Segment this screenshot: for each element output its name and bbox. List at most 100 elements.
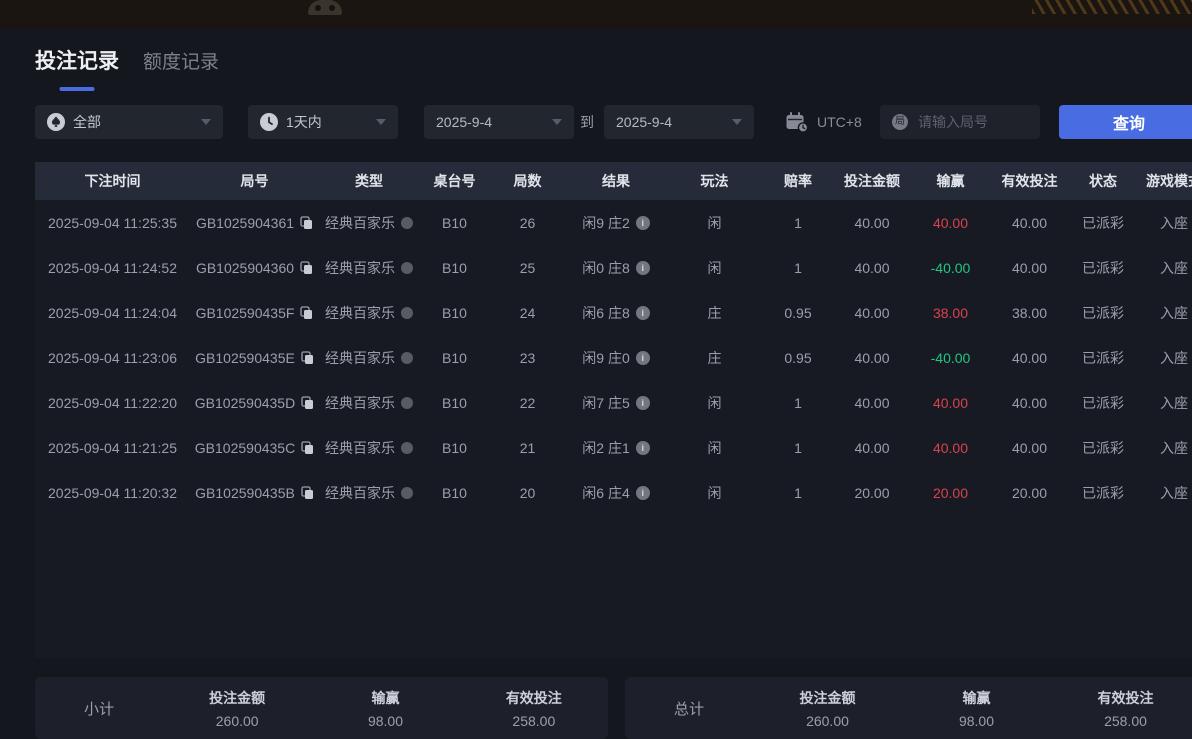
game-type-dropdown[interactable]: 全部 (35, 105, 223, 139)
cell-round-no: 26 (519, 214, 536, 231)
records-table: 下注时间 局号 类型 桌台号 局数 结果 玩法 赔率 投注金额 输赢 有效投注 … (35, 162, 1192, 658)
cell-play: 闲 (707, 214, 722, 231)
result-info-icon[interactable]: i (635, 440, 650, 455)
game-type-value: 全部 (73, 114, 101, 130)
game-type-dot-icon (401, 486, 413, 499)
round-number-input[interactable] (916, 113, 1028, 131)
copy-icon[interactable] (300, 216, 313, 230)
tab-betting-records[interactable]: 投注记录 (35, 45, 119, 91)
chevron-down-icon (732, 119, 742, 125)
cell-play: 庄 (707, 349, 722, 366)
cell-bet-amount: 40.00 (854, 394, 890, 411)
cell-result: 闲9 庄2 i (565, 200, 667, 245)
copy-icon[interactable] (301, 441, 314, 455)
copy-icon[interactable] (301, 396, 314, 410)
cell-result: 闲0 庄8 i (565, 245, 667, 290)
copy-icon[interactable] (300, 306, 313, 320)
round-number-search: 局 (880, 105, 1040, 139)
game-background-strip (0, 0, 1192, 28)
cell-game-type: 经典百家乐 (319, 290, 419, 335)
cell-result: 闲6 庄4 i (565, 470, 667, 515)
result-info-icon[interactable]: i (635, 260, 650, 275)
cell-status: 已派彩 (1082, 439, 1124, 456)
cell-status: 已派彩 (1082, 349, 1124, 366)
tab-quota-records-label: 额度记录 (143, 52, 220, 73)
cell-bet-time: 2025-09-04 11:24:04 (48, 304, 177, 321)
table-row: 2025-09-04 11:21:25 GB102590435C 经典百家乐 B… (35, 425, 1192, 470)
table-row: 2025-09-04 11:25:35 GB1025904361 经典百家乐 B… (35, 200, 1192, 245)
time-range-dropdown[interactable]: 1天内 (248, 105, 398, 139)
cell-valid-bet: 40.00 (1011, 214, 1048, 231)
copy-icon[interactable] (301, 351, 314, 365)
cell-bet-time: 2025-09-04 11:23:06 (48, 349, 177, 366)
timezone-indicator: UTC+8 (785, 105, 862, 139)
cell-game-mode: 入座 (1160, 394, 1188, 411)
result-info-icon[interactable]: i (635, 395, 650, 410)
cell-bet-time: 2025-09-04 11:25:35 (48, 214, 177, 231)
total-win-loss: 输赢 98.00 (958, 689, 995, 729)
cell-round-no: 23 (519, 349, 536, 366)
cell-game-type: 经典百家乐 (319, 335, 419, 380)
copy-icon[interactable] (300, 261, 313, 275)
game-type-dot-icon (401, 351, 413, 364)
cell-status: 已派彩 (1082, 394, 1124, 411)
cell-round-no: 21 (519, 439, 536, 456)
cell-odds: 1 (794, 439, 802, 456)
table-row: 2025-09-04 11:22:20 GB102590435D 经典百家乐 B… (35, 380, 1192, 425)
header-game-type: 类型 (355, 173, 383, 189)
date-to-dropdown[interactable]: 2025-9-4 (604, 105, 754, 139)
cell-result: 闲7 庄5 i (565, 380, 667, 425)
header-status: 状态 (1089, 173, 1117, 189)
game-type-dot-icon (401, 306, 413, 319)
cell-bet-time: 2025-09-04 11:22:20 (48, 394, 177, 411)
cell-valid-bet: 40.00 (1011, 439, 1048, 456)
cell-status: 已派彩 (1082, 484, 1124, 501)
result-info-icon[interactable]: i (635, 350, 650, 365)
tab-bar: 投注记录 额度记录 (35, 45, 219, 91)
cell-valid-bet: 40.00 (1011, 394, 1048, 411)
chevron-down-icon (201, 119, 211, 125)
date-from-dropdown[interactable]: 2025-9-4 (424, 105, 574, 139)
table-row: 2025-09-04 11:24:52 GB1025904360 经典百家乐 B… (35, 245, 1192, 290)
cell-bet-amount: 40.00 (854, 439, 890, 456)
cell-game-mode: 入座 (1160, 484, 1188, 501)
cell-bet-amount: 40.00 (854, 349, 890, 366)
date-from-value: 2025-9-4 (436, 114, 493, 130)
tab-quota-records[interactable]: 额度记录 (143, 47, 219, 74)
total-valid-bet: 有效投注 258.00 (1097, 689, 1154, 729)
table-row: 2025-09-04 11:24:04 GB102590435F 经典百家乐 B… (35, 290, 1192, 335)
copy-icon[interactable] (301, 486, 314, 500)
game-type-dot-icon (401, 396, 413, 409)
cell-win: -40.00 (930, 349, 971, 366)
header-round-no: 局数 (513, 173, 542, 189)
cell-game-mode: 入座 (1160, 304, 1188, 321)
header-bet-amount: 投注金额 (844, 173, 900, 189)
cell-play: 闲 (707, 439, 722, 456)
cell-valid-bet: 40.00 (1011, 259, 1048, 276)
result-info-icon[interactable]: i (635, 485, 650, 500)
subtotal-win-loss: 输赢 98.00 (367, 689, 404, 729)
cell-odds: 1 (794, 259, 802, 276)
cell-play: 闲 (707, 394, 722, 411)
cell-round-id: GB1025904360 (190, 245, 319, 290)
cell-table-no: B10 (442, 349, 467, 366)
cell-bet-amount: 40.00 (854, 304, 890, 321)
total-label: 总计 (673, 700, 704, 718)
subtotal-bet-amount: 投注金额 260.00 (209, 689, 266, 729)
cell-game-type: 经典百家乐 (319, 200, 419, 245)
result-info-icon[interactable]: i (635, 305, 650, 320)
query-button[interactable]: 查询 (1059, 105, 1192, 139)
cell-valid-bet: 38.00 (1011, 304, 1048, 321)
cell-round-no: 24 (519, 304, 536, 321)
cell-bet-time: 2025-09-04 11:24:52 (48, 259, 177, 276)
result-info-icon[interactable]: i (635, 215, 650, 230)
active-tab-underline (59, 87, 95, 91)
table-row: 2025-09-04 11:23:06 GB102590435E 经典百家乐 B… (35, 335, 1192, 380)
cell-status: 已派彩 (1082, 259, 1124, 276)
cell-round-id: GB102590435E (190, 335, 319, 380)
cell-win: 40.00 (932, 394, 969, 411)
timezone-label: UTC+8 (817, 114, 862, 130)
cell-round-id: GB1025904361 (190, 200, 319, 245)
header-bet-time: 下注时间 (84, 173, 141, 189)
cell-result: 闲6 庄8 i (565, 290, 667, 335)
